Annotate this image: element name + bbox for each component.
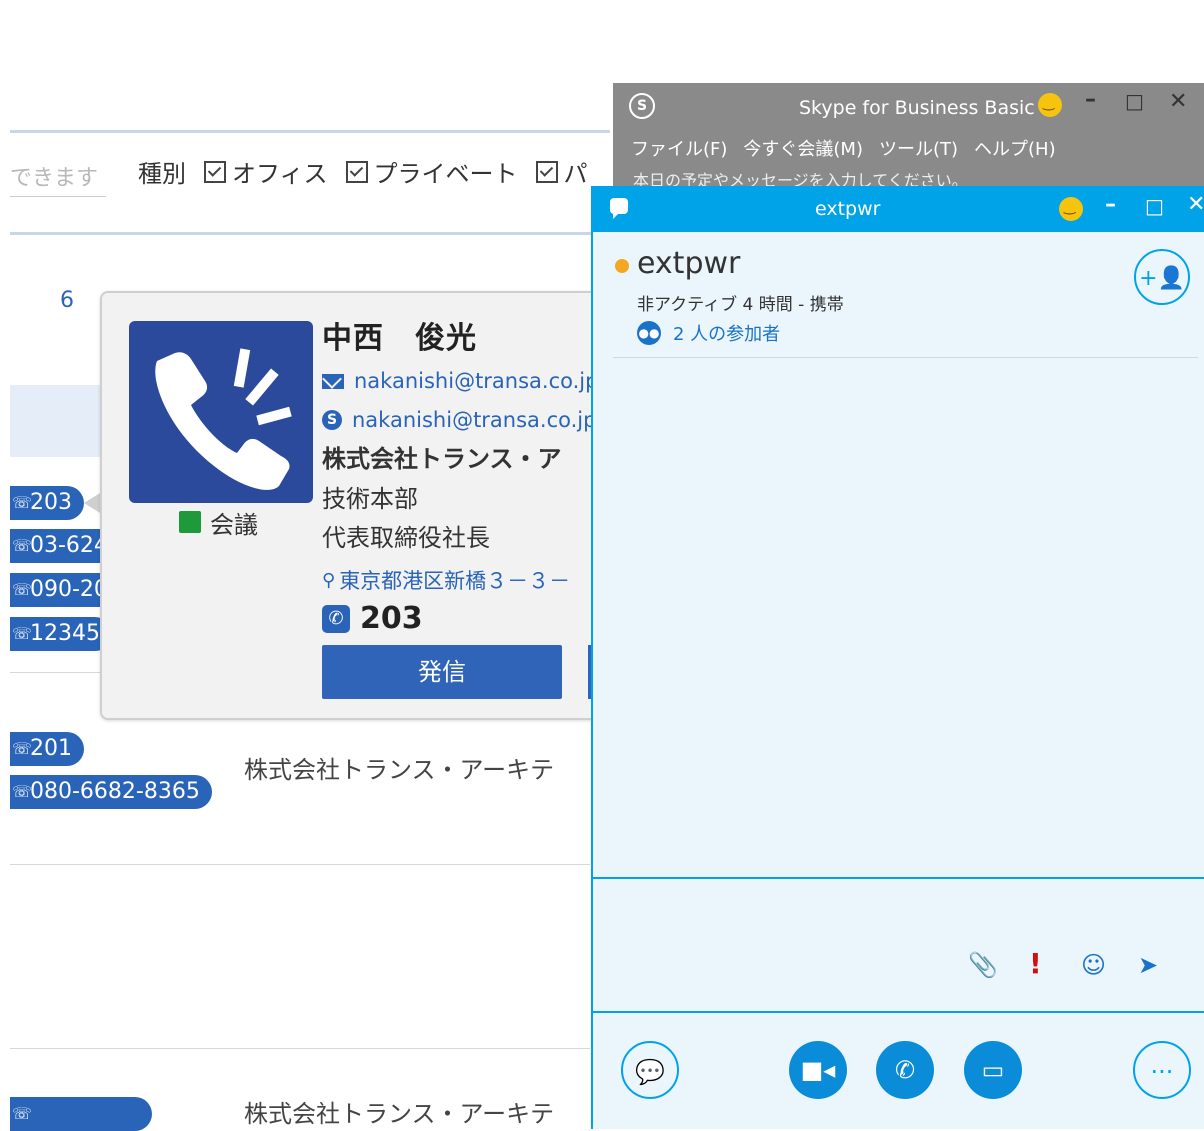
highlight-row xyxy=(10,385,110,457)
participants-link[interactable]: ●● 2 人の参加者 xyxy=(637,320,780,346)
presence-label: 会議 xyxy=(210,511,258,539)
phone-pill[interactable]: 080-6682-8365 xyxy=(10,775,212,809)
department: 技術本部 xyxy=(322,485,418,513)
video-button[interactable]: ■◂ xyxy=(789,1041,847,1099)
maximize-button[interactable]: □ xyxy=(1145,194,1164,218)
add-person-icon: +👤 xyxy=(1139,266,1185,291)
row-count: 6 xyxy=(60,288,74,313)
menu-tools[interactable]: ツール(T) xyxy=(879,135,958,161)
phone-pill[interactable]: 12345 xyxy=(10,617,112,651)
conversation-title: extpwr xyxy=(815,198,881,220)
minimize-button[interactable]: – xyxy=(1085,87,1096,112)
window-title: Skype for Business Basic xyxy=(799,97,1035,119)
office-option[interactable]: オフィス xyxy=(232,154,328,189)
close-button[interactable]: ✕ xyxy=(1169,89,1187,114)
top-divider xyxy=(10,130,610,133)
company-cell: 株式会社トランス・アーキテ xyxy=(244,1100,555,1128)
other-checkbox[interactable] xyxy=(535,160,558,183)
job-title: 代表取締役社長 xyxy=(322,524,490,552)
contact-name: 中西 俊光 xyxy=(322,321,477,356)
mail-icon xyxy=(322,373,344,389)
email-text: nakanishi@transa.co.jp xyxy=(354,369,599,393)
skype-text: nakanishi@transa.co.jp xyxy=(352,408,597,432)
menu-bar: ファイル(F) 今すぐ会議(M) ツール(T) ヘルプ(H) xyxy=(631,135,1056,161)
share-screen-button[interactable]: ▭ xyxy=(964,1041,1022,1099)
menu-meet-now[interactable]: 今すぐ会議(M) xyxy=(743,135,863,161)
emoticon-icon[interactable]: ☺ xyxy=(1081,951,1106,979)
conversation-titlebar: extpwr – □ ✕ xyxy=(593,186,1204,232)
skype-icon: S xyxy=(322,410,342,430)
filter-label: 種別 xyxy=(138,160,186,188)
phone-icon: ✆ xyxy=(322,604,350,633)
chat-bubble-icon: 💬 xyxy=(635,1058,665,1086)
skype-logo-icon: S xyxy=(629,93,655,119)
high-importance-icon[interactable]: ! xyxy=(1029,947,1042,980)
minimize-button[interactable]: – xyxy=(1105,192,1116,217)
row-divider xyxy=(10,1048,590,1049)
send-icon[interactable]: ➤ xyxy=(1138,951,1158,979)
participants-icon: ●● xyxy=(637,321,661,345)
away-status-icon xyxy=(615,259,629,273)
skype-link[interactable]: S nakanishi@transa.co.jp xyxy=(322,408,596,432)
card-pointer xyxy=(84,493,100,513)
email-link[interactable]: nakanishi@transa.co.jp xyxy=(322,369,598,393)
smiley-icon[interactable] xyxy=(1038,93,1062,117)
attachment-icon[interactable]: 📎 xyxy=(968,951,998,979)
participant-status: 非アクティブ 4 時間 - 携帯 xyxy=(637,295,844,315)
private-checkbox[interactable] xyxy=(345,160,368,183)
ellipsis-icon: ··· xyxy=(1150,1058,1174,1086)
skype-main-window: S Skype for Business Basic – □ ✕ ファイル(F)… xyxy=(613,83,1204,193)
presence-indicator xyxy=(179,511,201,533)
im-button[interactable]: 💬 xyxy=(621,1041,679,1099)
monitor-icon: ▭ xyxy=(981,1056,1005,1084)
dial-button[interactable]: 発信 xyxy=(322,645,562,699)
other-option[interactable]: パ xyxy=(564,154,588,189)
video-camera-icon: ■◂ xyxy=(800,1056,836,1084)
row-divider xyxy=(10,864,590,865)
phone-pill[interactable]: 203 xyxy=(10,486,84,520)
address-link[interactable]: ⚲ 東京都港区新橋３－３－ xyxy=(322,565,570,595)
extension-line: ✆ 203 xyxy=(322,601,423,636)
phone-pill[interactable]: 201 xyxy=(10,732,84,766)
menu-help[interactable]: ヘルプ(H) xyxy=(974,135,1056,161)
company-cell: 株式会社トランス・アーキテ xyxy=(244,756,555,784)
header-separator xyxy=(613,357,1198,358)
close-button[interactable]: ✕ xyxy=(1187,192,1204,217)
address-text: 東京都港区新橋３－３－ xyxy=(339,569,571,593)
smiley-icon[interactable] xyxy=(1059,197,1083,221)
extension-number: 203 xyxy=(360,601,423,636)
more-options-button[interactable]: ··· xyxy=(1133,1041,1191,1099)
phone-ringing-icon xyxy=(129,321,313,503)
chat-bubble-icon xyxy=(610,198,628,219)
maximize-button[interactable]: □ xyxy=(1125,89,1144,113)
call-button[interactable]: ✆ xyxy=(876,1041,934,1099)
office-checkbox[interactable] xyxy=(204,160,226,183)
search-input[interactable]: できます xyxy=(10,160,106,197)
map-pin-icon: ⚲ xyxy=(322,569,336,591)
phone-icon: ✆ xyxy=(894,1056,916,1084)
add-person-button[interactable]: +👤 xyxy=(1134,249,1190,305)
private-option[interactable]: プライベート xyxy=(374,154,518,189)
participant-name[interactable]: extpwr xyxy=(637,246,740,281)
menu-file[interactable]: ファイル(F) xyxy=(631,135,727,161)
contact-card: 会議 中西 俊光 nakanishi@transa.co.jp S nakani… xyxy=(100,291,664,720)
participants-count: 2 人の参加者 xyxy=(673,324,781,345)
conversation-window: extpwr – □ ✕ extpwr 非アクティブ 4 時間 - 携帯 ●● … xyxy=(591,186,1204,1129)
phone-pill[interactable] xyxy=(10,1097,152,1131)
message-compose-area[interactable]: 📎 ! ☺ ➤ xyxy=(593,877,1204,1013)
type-filter: 種別 オフィス プライベート パ xyxy=(138,154,588,189)
header-divider xyxy=(10,232,610,235)
company-name: 株式会社トランス・ア xyxy=(322,445,562,473)
